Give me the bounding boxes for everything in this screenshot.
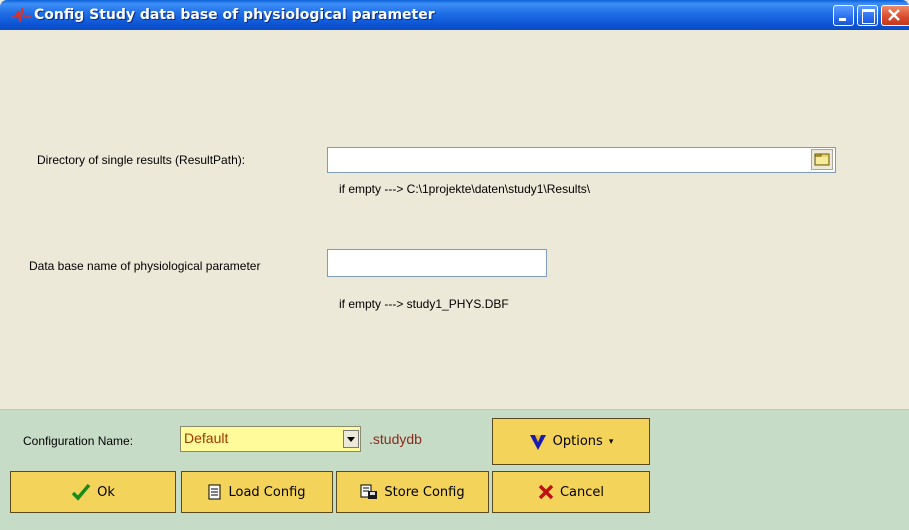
browse-folder-button[interactable]: [811, 149, 833, 170]
title-bar: Config Study data base of physiological …: [0, 0, 909, 30]
config-name-label: Configuration Name:: [23, 434, 134, 448]
load-config-label: Load Config: [228, 484, 306, 500]
cancel-button[interactable]: Cancel: [492, 471, 650, 513]
config-name-value: Default: [184, 430, 229, 446]
maximize-button[interactable]: [857, 5, 878, 26]
ok-button[interactable]: Ok: [10, 471, 176, 513]
result-path-hint: if empty ---> C:\1projekte\daten\study1\…: [339, 182, 591, 196]
window-title: Config Study data base of physiological …: [34, 7, 435, 23]
result-path-label: Directory of single results (ResultPath)…: [37, 153, 246, 167]
options-label: Options: [552, 434, 603, 449]
db-name-input[interactable]: [327, 249, 547, 277]
result-path-input[interactable]: [327, 147, 836, 173]
cancel-label: Cancel: [559, 484, 605, 500]
close-button[interactable]: [881, 5, 909, 26]
config-extension: .studydb: [369, 431, 422, 447]
folder-icon: [814, 153, 830, 166]
db-name-hint: if empty ---> study1_PHYS.DBF: [339, 297, 509, 311]
caret-down-icon: ▾: [608, 436, 614, 447]
checkmark-icon: [71, 483, 91, 501]
document-icon: [208, 484, 221, 500]
chevron-down-icon[interactable]: [343, 430, 359, 448]
waveform-icon: [11, 7, 31, 23]
store-config-button[interactable]: Store Config: [336, 471, 489, 513]
ok-label: Ok: [97, 484, 115, 500]
v-logo-icon: [529, 434, 546, 450]
config-name-select[interactable]: Default: [180, 426, 361, 452]
store-config-label: Store Config: [384, 484, 465, 500]
x-icon: [538, 484, 554, 500]
close-icon: [888, 9, 900, 21]
minimize-button[interactable]: [833, 5, 854, 26]
load-config-button[interactable]: Load Config: [181, 471, 333, 513]
options-button[interactable]: Options ▾: [492, 418, 650, 465]
save-document-icon: [360, 484, 378, 499]
db-name-label: Data base name of physiological paramete…: [29, 259, 261, 273]
